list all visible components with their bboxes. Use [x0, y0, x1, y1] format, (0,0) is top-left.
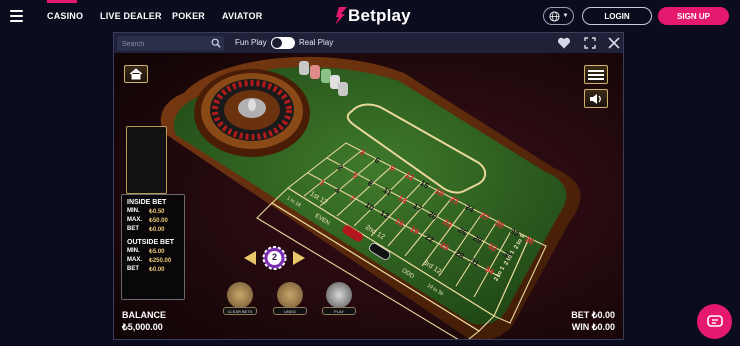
- nav-live-dealer[interactable]: LIVE DEALER: [100, 11, 162, 21]
- bet-readout-value: ₺0.00: [591, 310, 615, 320]
- chip-selector: 2: [244, 245, 305, 271]
- list-icon: [588, 69, 604, 80]
- inside-bet-value: ₺0.00: [149, 227, 165, 233]
- login-button[interactable]: LOGIN: [582, 7, 652, 25]
- speaker-icon: [590, 93, 601, 104]
- inside-max-value: ₺50.00: [149, 218, 168, 224]
- language-selector[interactable]: ▼: [543, 7, 574, 25]
- home-icon: [129, 68, 143, 80]
- inside-min-label: MIN.: [127, 208, 140, 214]
- inside-bet-label: BET: [127, 226, 139, 232]
- balance-value: ₺5,000.00: [122, 322, 163, 332]
- chip-stack-panel: [126, 126, 167, 194]
- signup-button[interactable]: SIGN UP: [658, 7, 729, 25]
- close-icon[interactable]: [607, 36, 621, 50]
- undo-label: UNDO: [273, 307, 307, 315]
- bet-limits-panel: INSIDE BET MIN. ₺0.50 MAX. ₺50.00 BET ₺0.00…: [121, 194, 185, 300]
- win-readout-label: WIN: [571, 322, 590, 332]
- sound-button[interactable]: [584, 89, 608, 108]
- outside-max-value: ₺250.00: [149, 258, 172, 264]
- chevron-down-icon: ▼: [562, 13, 569, 19]
- inside-max-label: MAX.: [127, 217, 142, 223]
- inside-min-value: ₺0.50: [149, 209, 165, 215]
- inside-bet-title: INSIDE BET: [127, 199, 167, 206]
- menu-icon[interactable]: [10, 10, 23, 22]
- globe-icon: [548, 10, 560, 22]
- home-button[interactable]: [124, 65, 148, 83]
- logo-mark-icon: [335, 7, 347, 25]
- logo-text: Betplay: [348, 6, 411, 25]
- outside-bet-value: ₺0.00: [149, 267, 165, 273]
- outside-bet-label: BET: [127, 266, 139, 272]
- top-navigation-bar: CASINO LIVE DEALER POKER AVIATOR Betplay…: [0, 0, 740, 32]
- outside-min-value: ₺5.00: [149, 249, 165, 255]
- game-header-bar: Fun Play Real Play: [114, 33, 623, 53]
- clear-bets-label: CLEAR BETS: [223, 307, 257, 315]
- search-input[interactable]: [120, 37, 212, 51]
- balance-label: BALANCE: [122, 310, 166, 320]
- play-icon: [326, 282, 352, 308]
- game-window: Fun Play Real Play: [113, 32, 624, 340]
- chip-next-arrow-icon[interactable]: [293, 251, 305, 265]
- roulette-table-art: [114, 53, 623, 339]
- menu-list-button[interactable]: [584, 65, 608, 84]
- play-button[interactable]: PLAY: [322, 282, 356, 315]
- fun-play-label: Fun Play: [235, 38, 267, 47]
- undo-button[interactable]: UNDO: [273, 282, 307, 315]
- chat-button[interactable]: [697, 304, 732, 339]
- fullscreen-icon[interactable]: [583, 36, 597, 50]
- clear-bets-icon: [227, 282, 253, 308]
- play-mode-toggle[interactable]: [271, 37, 295, 49]
- bet-readout: BET ₺0.00: [571, 310, 615, 321]
- nav-aviator[interactable]: AVIATOR: [222, 11, 262, 21]
- outside-min-label: MIN.: [127, 248, 140, 254]
- active-nav-indicator: [47, 0, 77, 3]
- selected-chip-value: 2: [271, 252, 277, 262]
- outside-max-label: MAX.: [127, 257, 142, 263]
- real-play-label: Real Play: [299, 38, 334, 47]
- game-search: [117, 36, 224, 51]
- search-icon[interactable]: [211, 38, 221, 48]
- site-logo[interactable]: Betplay: [335, 5, 411, 27]
- win-readout: WIN ₺0.00: [572, 322, 615, 333]
- win-readout-value: ₺0.00: [591, 322, 615, 332]
- favorite-heart-icon[interactable]: [557, 36, 571, 50]
- nav-casino[interactable]: CASINO: [47, 11, 83, 21]
- toggle-knob: [272, 38, 282, 48]
- undo-icon: [277, 282, 303, 308]
- bet-readout-label: BET: [571, 310, 590, 320]
- chat-icon: [706, 314, 723, 327]
- roulette-game: 1st 12 2nd 12 3rd 12 1 to 18 EVEN ODD 19…: [114, 53, 623, 339]
- chip-prev-arrow-icon[interactable]: [244, 251, 256, 265]
- play-label: PLAY: [322, 307, 356, 315]
- nav-poker[interactable]: POKER: [172, 11, 205, 21]
- clear-bets-button[interactable]: CLEAR BETS: [223, 282, 257, 315]
- outside-bet-title: OUTSIDE BET: [127, 239, 175, 246]
